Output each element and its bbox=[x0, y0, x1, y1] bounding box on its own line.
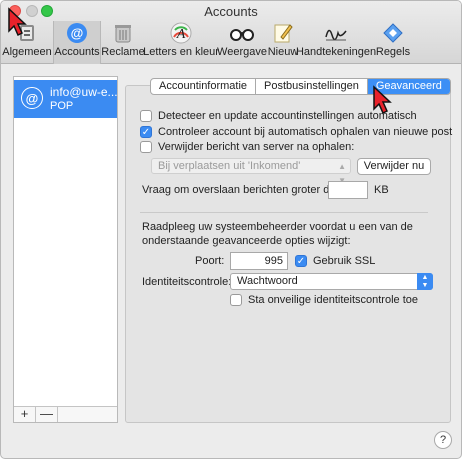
account-list-item[interactable]: @ info@uw-e... POP bbox=[14, 80, 118, 118]
use-ssl-label: Gebruik SSL bbox=[313, 255, 376, 267]
admin-note-line1: Raadpleeg uw systeembeheerder voordat u … bbox=[142, 221, 413, 233]
updown-chevron-icon: ▲▼ bbox=[417, 273, 433, 290]
allow-insecure-auth-checkbox[interactable] bbox=[230, 294, 242, 306]
svg-text:@: @ bbox=[71, 26, 84, 41]
accounts-list-footer: + — bbox=[14, 406, 117, 422]
trash-icon bbox=[111, 22, 135, 44]
toolbar-fonts-colors-label: Letters en kleur bbox=[143, 46, 219, 58]
use-ssl-checkbox[interactable]: ✓ bbox=[295, 255, 307, 267]
toolbar-viewing[interactable]: Weergave bbox=[217, 21, 267, 64]
toolbar-junk-label: Reclame bbox=[101, 46, 145, 58]
admin-note-text-1: Raadpleeg uw systeembeheerder voordat u … bbox=[142, 221, 413, 233]
admin-note-text-2: onderstaande geavanceerde opties wijzigt… bbox=[142, 235, 351, 247]
port-field[interactable]: 995 bbox=[230, 252, 288, 270]
toolbar-signatures[interactable]: Handtekeningen bbox=[295, 21, 377, 64]
pencil-note-icon bbox=[271, 22, 295, 44]
toolbar-viewing-label: Weergave bbox=[217, 46, 267, 58]
add-account-button[interactable]: + bbox=[14, 407, 36, 422]
toolbar-rules-label: Regels bbox=[375, 46, 411, 58]
port-label-row: Poort: bbox=[195, 255, 224, 267]
skip-large-label: Vraag om overslaan berichten groter dan bbox=[142, 184, 342, 196]
skip-size-field[interactable] bbox=[328, 181, 368, 199]
authentication-select[interactable]: Wachtwoord ▲ ▼ bbox=[230, 273, 433, 290]
toolbar-fonts-colors[interactable]: A Letters en kleur bbox=[143, 21, 219, 64]
at-sign-icon: @ bbox=[21, 87, 43, 109]
toolbar-general-label: Algemeen bbox=[2, 46, 52, 58]
preferences-window: Accounts Algemeen @ Accounts Reclame A L… bbox=[0, 0, 462, 459]
check-account-row: ✓ Controleer account bij automatisch oph… bbox=[140, 126, 452, 138]
insecure-auth-row: Sta onveilige identiteitscontrole toe bbox=[230, 294, 418, 306]
help-button[interactable]: ? bbox=[434, 431, 452, 449]
rules-icon bbox=[381, 22, 405, 44]
preferences-toolbar: Algemeen @ Accounts Reclame A Letters en… bbox=[1, 21, 461, 64]
window-title: Accounts bbox=[204, 4, 258, 19]
accounts-list: @ info@uw-e... POP + — bbox=[13, 76, 118, 423]
title-bar: Accounts Algemeen @ Accounts Reclame A L… bbox=[1, 1, 461, 64]
settings-tabs: Accountinformatie Postbusinstellingen Ge… bbox=[150, 78, 451, 95]
mouse-pointer-icon bbox=[373, 85, 392, 115]
toolbar-signatures-label: Handtekeningen bbox=[295, 46, 377, 58]
remove-account-button[interactable]: — bbox=[36, 407, 58, 422]
remove-from-server-row: Verwijder bericht van server na ophalen: bbox=[140, 141, 354, 153]
remove-from-server-checkbox[interactable] bbox=[140, 141, 152, 153]
auth-label: Identiteitscontrole: bbox=[142, 276, 232, 288]
toolbar-accounts[interactable]: @ Accounts bbox=[53, 21, 101, 64]
tab-mailbox-behaviors[interactable]: Postbusinstellingen bbox=[256, 79, 368, 94]
skip-unit-row: KB bbox=[374, 184, 389, 196]
glasses-icon bbox=[230, 22, 254, 44]
svg-text:A: A bbox=[176, 27, 186, 42]
admin-note-line2: onderstaande geavanceerde opties wijzigt… bbox=[142, 235, 351, 247]
at-sign-icon: @ bbox=[65, 22, 89, 44]
account-type: POP bbox=[50, 100, 74, 112]
signature-icon bbox=[324, 22, 348, 44]
fonts-colors-icon: A bbox=[169, 22, 193, 44]
remove-from-server-label: Verwijder bericht van server na ophalen: bbox=[158, 141, 355, 153]
detect-settings-checkbox[interactable] bbox=[140, 110, 152, 122]
skip-large-row: Vraag om overslaan berichten groter dan bbox=[142, 184, 342, 196]
tab-account-info[interactable]: Accountinformatie bbox=[151, 79, 257, 94]
toolbar-composing[interactable]: Nieuw bbox=[267, 21, 299, 64]
remove-timing-select[interactable]: Bij verplaatsen uit 'Inkomend' ▲▼ bbox=[151, 158, 351, 185]
section-divider bbox=[140, 212, 428, 213]
allow-insecure-auth-label: Sta onveilige identiteitscontrole toe bbox=[248, 294, 418, 306]
auth-label-row: Identiteitscontrole: bbox=[142, 276, 231, 288]
authentication-value: Wachtwoord bbox=[237, 275, 298, 287]
port-label: Poort: bbox=[195, 255, 225, 267]
remove-timing-value: Bij verplaatsen uit 'Inkomend' bbox=[158, 160, 301, 172]
mouse-pointer-icon bbox=[8, 7, 27, 37]
toolbar-rules[interactable]: Regels bbox=[374, 21, 412, 64]
toolbar-accounts-label: Accounts bbox=[54, 46, 100, 58]
remove-now-button[interactable]: Verwijder nu bbox=[357, 158, 431, 175]
toolbar-junk[interactable]: Reclame bbox=[101, 21, 145, 64]
account-name: info@uw-e... bbox=[50, 85, 118, 99]
skip-unit-label: KB bbox=[374, 184, 389, 196]
check-account-checkbox[interactable]: ✓ bbox=[140, 126, 152, 138]
toolbar-composing-label: Nieuw bbox=[267, 46, 299, 58]
check-account-label: Controleer account bij automatisch ophal… bbox=[158, 126, 453, 138]
ssl-row: ✓ Gebruik SSL bbox=[295, 255, 375, 267]
